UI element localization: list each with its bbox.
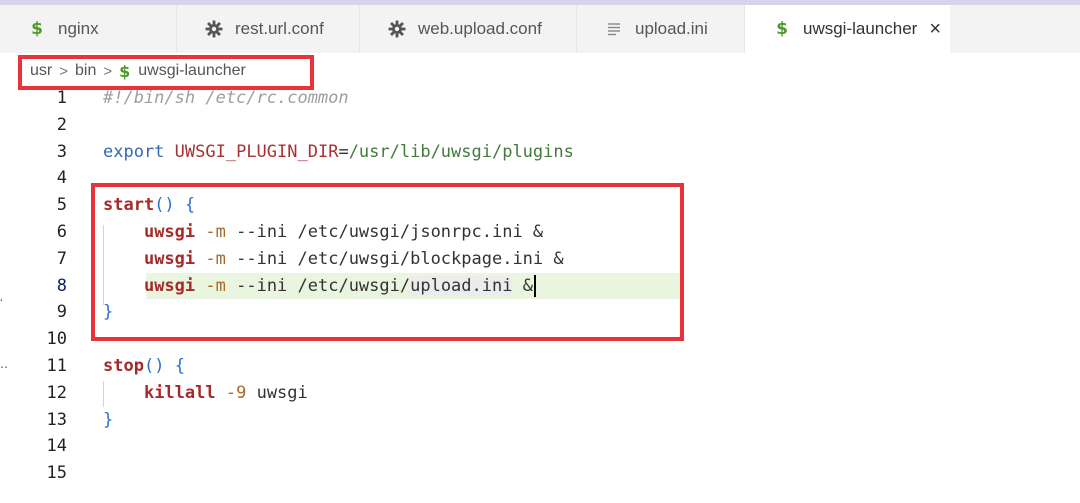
dollar-icon: $: [776, 19, 788, 39]
gear-icon: [203, 20, 225, 38]
code-token: }: [103, 409, 114, 430]
code-text: export UWSGI_PLUGIN_DIR=/usr/lib/uwsgi/p…: [103, 139, 574, 166]
dollar-icon: $: [31, 19, 43, 39]
code-line[interactable]: 12 killall -9 uwsgi: [0, 380, 1080, 407]
tab-web-upload-conf[interactable]: web.upload.conf: [360, 5, 577, 53]
line-number: 3: [56, 141, 67, 162]
line-number: 15: [46, 463, 67, 484]
line-number: 7: [56, 248, 67, 269]
tab-bar: $ nginx rest.url.conf web.upload.conf up…: [0, 5, 1080, 53]
tab-label: uwsgi-launcher: [803, 19, 918, 38]
code-line[interactable]: 3 export UWSGI_PLUGIN_DIR=/usr/lib/uwsgi/…: [0, 139, 1080, 166]
code-token: #!/bin/sh /etc/rc.common: [103, 88, 349, 108]
code-token: uwsgi: [246, 382, 308, 403]
code-token: {: [174, 356, 185, 376]
line-number: 5: [56, 195, 67, 216]
code-line[interactable]: 2: [0, 112, 1080, 139]
panel-edge-mark: ‥: [0, 357, 9, 371]
code-text: killall -9 uwsgi: [103, 380, 308, 407]
line-number: 2: [56, 114, 67, 135]
line-number: 8: [56, 275, 67, 296]
code-line[interactable]: 14: [0, 433, 1080, 460]
tab-upload-ini[interactable]: upload.ini: [577, 5, 745, 53]
code-highlight-box: [91, 183, 684, 341]
code-text: }: [103, 407, 113, 434]
code-token: killall: [143, 382, 216, 403]
lines-icon: [603, 22, 625, 36]
code-token: -9: [225, 382, 247, 403]
code-text: stop() {: [103, 353, 185, 380]
line-number: 14: [46, 436, 67, 457]
code-line[interactable]: 13}: [0, 407, 1080, 434]
line-number: 12: [46, 382, 67, 403]
line-number: 6: [56, 222, 67, 242]
line-number: 1: [56, 88, 67, 108]
code-line[interactable]: 11 stop() {: [0, 353, 1080, 380]
gear-icon: [386, 20, 408, 38]
code-token: /usr/lib/uwsgi/plugins: [348, 141, 574, 162]
close-icon[interactable]: ×: [929, 19, 941, 39]
code-line[interactable]: 15: [0, 460, 1080, 487]
code-token: export: [103, 141, 165, 162]
line-number: 10: [46, 329, 67, 350]
code-text: #!/bin/sh /etc/rc.common: [103, 85, 349, 112]
code-token: UWSGI_PLUGIN_DIR: [174, 141, 339, 162]
code-token: stop: [103, 356, 144, 376]
tab-rest-url-conf[interactable]: rest.url.conf: [177, 5, 360, 53]
tab-label: upload.ini: [635, 19, 708, 38]
indent-guide: [103, 381, 104, 407]
code-token: =: [338, 141, 349, 162]
tab-label: rest.url.conf: [235, 19, 324, 38]
line-number: 4: [56, 168, 67, 189]
tab-nginx[interactable]: $ nginx: [0, 5, 177, 53]
tab-label: nginx: [58, 19, 99, 38]
tab-uwsgi-launcher[interactable]: $ uwsgi-launcher ×: [745, 5, 950, 53]
panel-edge-mark: ‘: [0, 296, 3, 310]
tab-label: web.upload.conf: [418, 19, 542, 38]
line-number: 13: [46, 409, 67, 430]
code-line[interactable]: 1 #!/bin/sh /etc/rc.common: [0, 85, 1080, 112]
line-number: 11: [46, 356, 67, 376]
line-number: 9: [56, 302, 67, 323]
code-token: (): [143, 356, 165, 376]
